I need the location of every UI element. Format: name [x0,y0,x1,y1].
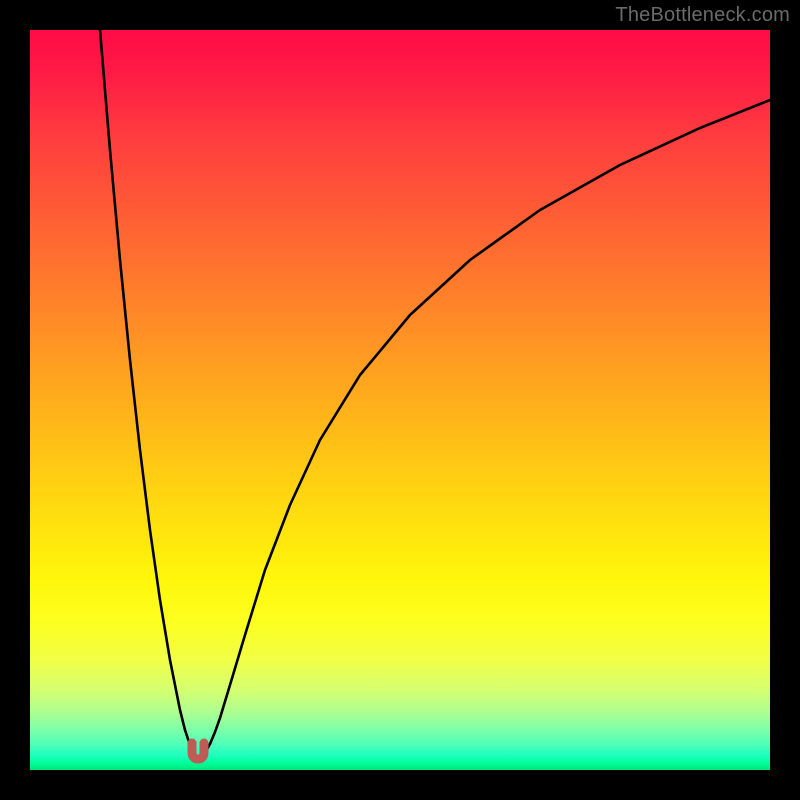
watermark-text: TheBottleneck.com [615,4,790,27]
plot-area [30,30,770,770]
curve-path [100,30,770,758]
bottleneck-curve [30,30,770,770]
min-marker [192,743,204,759]
chart-frame: TheBottleneck.com [0,0,800,800]
